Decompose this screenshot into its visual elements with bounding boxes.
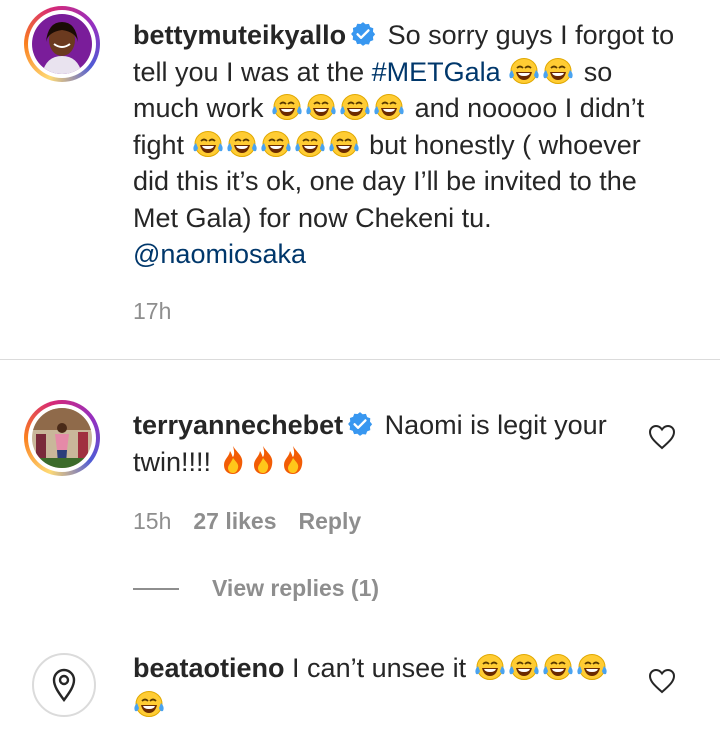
comment-username[interactable]: beataotieno <box>133 653 285 683</box>
avatar-terryannechebet[interactable] <box>24 400 100 476</box>
comment-body: bettymuteikyallo So sorry guys I forgot … <box>133 17 683 273</box>
tears-of-joy-emoji <box>474 653 506 681</box>
verified-badge-icon <box>350 21 376 47</box>
tears-of-joy-emoji <box>260 130 292 158</box>
fire-emoji <box>249 445 277 475</box>
fire-emoji <box>219 445 247 475</box>
comment-body: beataotieno I can’t unsee it <box>133 650 633 723</box>
tears-of-joy-emoji <box>339 93 371 121</box>
view-replies-line <box>133 588 179 590</box>
verified-badge-icon <box>347 411 373 437</box>
comment-timestamp: 17h <box>133 298 172 324</box>
tears-of-joy-emoji <box>226 130 258 158</box>
avatar-image <box>32 408 92 468</box>
comment-username[interactable]: terryannechebet <box>133 410 343 440</box>
tears-of-joy-emoji <box>271 93 303 121</box>
avatar-image <box>32 14 92 74</box>
heart-outline-icon[interactable] <box>648 424 676 450</box>
comment-meta: 17h <box>133 298 193 325</box>
comment-1: bettymuteikyallo So sorry guys I forgot … <box>0 0 720 340</box>
fire-emoji <box>279 445 307 475</box>
view-replies-button[interactable]: View replies (1) <box>212 575 379 602</box>
avatar-bettymuteikyallo[interactable] <box>24 6 100 82</box>
tears-of-joy-emoji <box>305 93 337 121</box>
tears-of-joy-emoji <box>508 57 540 85</box>
heart-outline-icon[interactable] <box>648 668 676 694</box>
comment-text: I can’t unsee it <box>292 653 467 683</box>
comment-3: beataotieno I can’t unsee it <box>0 640 720 743</box>
tears-of-joy-emoji <box>508 653 540 681</box>
tears-of-joy-emoji <box>328 130 360 158</box>
tears-of-joy-emoji <box>542 57 574 85</box>
location-pin-icon <box>52 668 76 702</box>
comment-2: terryannechebet Naomi is legit your twin… <box>0 360 720 620</box>
tears-of-joy-emoji <box>192 130 224 158</box>
like-count[interactable]: 27 likes <box>193 508 276 534</box>
tears-of-joy-emoji <box>576 653 608 681</box>
tears-of-joy-emoji <box>373 93 405 121</box>
comment-timestamp: 15h <box>133 508 172 534</box>
comment-body: terryannechebet Naomi is legit your twin… <box>133 407 633 480</box>
comment-username[interactable]: bettymuteikyallo <box>133 20 346 50</box>
tears-of-joy-emoji <box>542 653 574 681</box>
tears-of-joy-emoji <box>294 130 326 158</box>
mention-link[interactable]: @naomiosaka <box>133 239 306 269</box>
reply-button[interactable]: Reply <box>299 508 362 534</box>
location-avatar[interactable] <box>32 653 96 717</box>
hashtag-link[interactable]: #METGala <box>372 57 501 87</box>
comment-meta: 15h 27 likes Reply <box>133 508 383 535</box>
tears-of-joy-emoji <box>133 690 165 718</box>
